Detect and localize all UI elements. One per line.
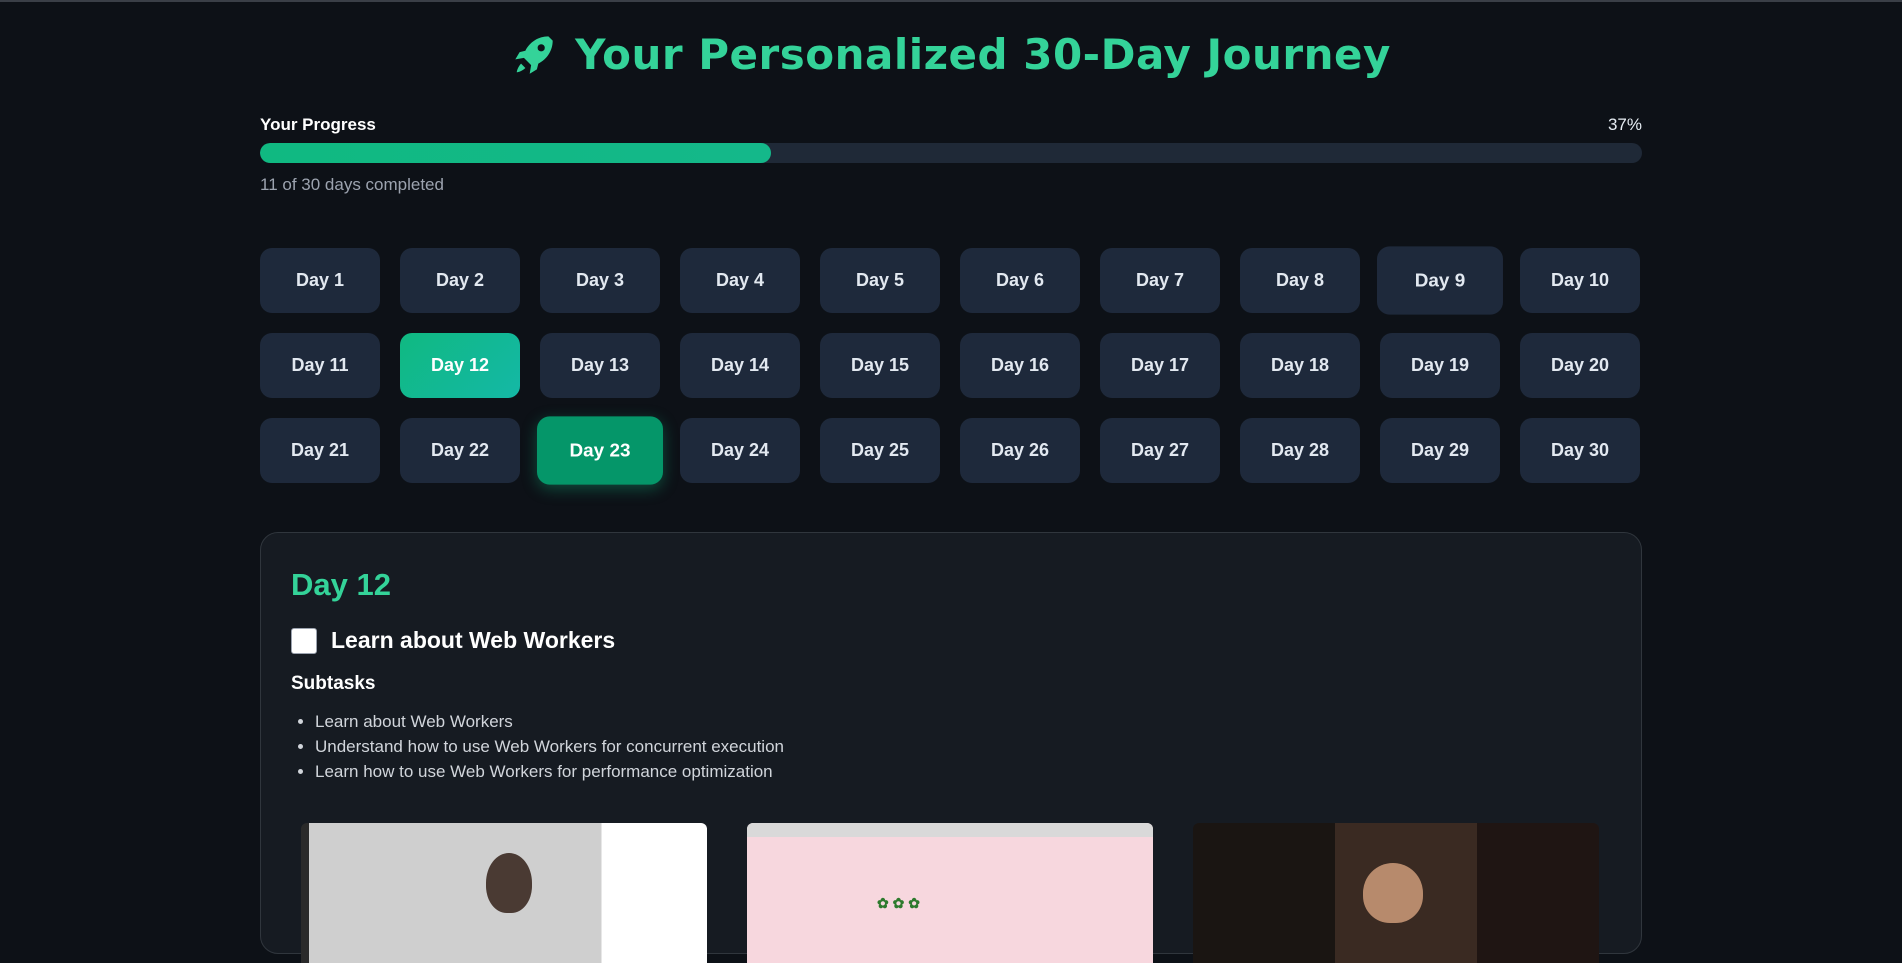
page-title: Your Personalized 30-Day Journey	[575, 30, 1391, 79]
progress-bar	[260, 143, 1642, 163]
day-button-28[interactable]: Day 28	[1240, 418, 1360, 483]
day-detail-title: Day 12	[291, 567, 391, 602]
day-button-22[interactable]: Day 22	[400, 418, 520, 483]
day-button-18[interactable]: Day 18	[1240, 333, 1360, 398]
day-button-20[interactable]: Day 20	[1520, 333, 1640, 398]
day-button-29[interactable]: Day 29	[1380, 418, 1500, 483]
day-button-23[interactable]: Day 23	[537, 416, 663, 485]
day-button-9[interactable]: Day 9	[1377, 246, 1503, 315]
day-button-30[interactable]: Day 30	[1520, 418, 1640, 483]
day-button-3[interactable]: Day 3	[540, 248, 660, 313]
day-button-4[interactable]: Day 4	[680, 248, 800, 313]
day-selector-grid: Day 1 Day 2 Day 3 Day 4 Day 5 Day 6 Day …	[260, 246, 1642, 485]
day-button-25[interactable]: Day 25	[820, 418, 940, 483]
subtask-item: Learn about Web Workers	[315, 709, 784, 734]
day-button-21[interactable]: Day 21	[260, 418, 380, 483]
video-thumbnail[interactable]: ✿ ✿ ✿	[747, 823, 1153, 963]
day-button-13[interactable]: Day 13	[540, 333, 660, 398]
header: Your Personalized 30-Day Journey	[260, 30, 1642, 79]
day-button-26[interactable]: Day 26	[960, 418, 1080, 483]
day-button-10[interactable]: Day 10	[1520, 248, 1640, 313]
day-button-1[interactable]: Day 1	[260, 248, 380, 313]
day-button-17[interactable]: Day 17	[1100, 333, 1220, 398]
day-button-24[interactable]: Day 24	[680, 418, 800, 483]
progress-bar-fill	[260, 143, 772, 163]
day-button-11[interactable]: Day 11	[260, 333, 380, 398]
day-button-19[interactable]: Day 19	[1380, 333, 1500, 398]
subtask-item: Learn how to use Web Workers for perform…	[315, 759, 784, 784]
day-button-12[interactable]: Day 12	[400, 333, 520, 398]
video-thumbnail[interactable]	[301, 823, 707, 963]
rocket-icon	[515, 35, 553, 74]
video-thumbnail[interactable]	[1193, 823, 1599, 963]
subtasks-heading: Subtasks	[291, 673, 376, 694]
window-top-border	[0, 0, 1902, 2]
progress-completed-text: 11 of 30 days completed	[260, 175, 444, 194]
task-label: Learn about Web Workers	[331, 627, 616, 653]
day-button-16[interactable]: Day 16	[960, 333, 1080, 398]
day-button-5[interactable]: Day 5	[820, 248, 940, 313]
person-figure	[486, 853, 532, 913]
video-list: ✿ ✿ ✿	[301, 823, 1601, 963]
day-button-8[interactable]: Day 8	[1240, 248, 1360, 313]
task-checkbox[interactable]	[291, 627, 317, 654]
person-figure	[1363, 863, 1423, 923]
task-row: Learn about Web Workers	[291, 627, 615, 654]
progress-percent: 37%	[1607, 115, 1642, 134]
day-button-7[interactable]: Day 7	[1100, 248, 1220, 313]
day-button-27[interactable]: Day 27	[1100, 418, 1220, 483]
subtasks-list: Learn about Web Workers Understand how t…	[291, 709, 784, 784]
day-detail-card: Day 12 Learn about Web Workers Subtasks …	[260, 532, 1642, 963]
day-button-14[interactable]: Day 14	[680, 333, 800, 398]
thumbnail-graphic: ✿ ✿ ✿	[877, 895, 920, 911]
browser-toolbar-image	[747, 823, 1153, 837]
subtask-item: Understand how to use Web Workers for co…	[315, 734, 784, 759]
day-button-2[interactable]: Day 2	[400, 248, 520, 313]
day-button-15[interactable]: Day 15	[820, 333, 940, 398]
progress-label: Your Progress	[260, 115, 376, 134]
day-button-6[interactable]: Day 6	[960, 248, 1080, 313]
